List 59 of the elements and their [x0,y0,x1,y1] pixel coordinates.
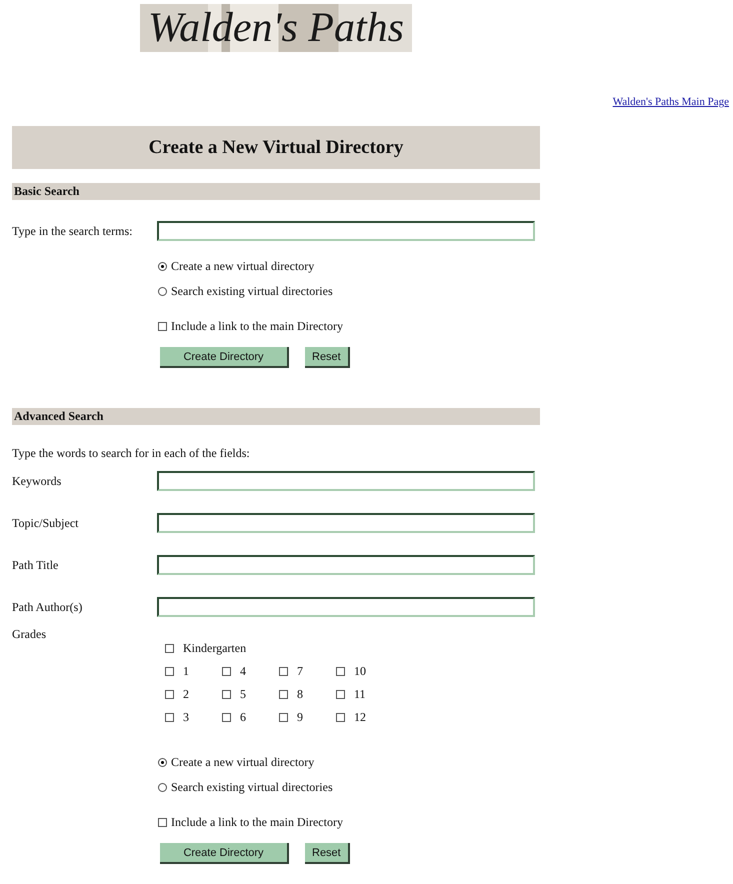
checkbox[interactable] [279,712,288,722]
checkbox[interactable] [336,712,345,722]
radio-button[interactable] [158,287,167,296]
checkbox-label: 2 [183,686,189,702]
checkbox[interactable] [158,818,167,827]
search-field[interactable] [157,221,535,241]
text-field[interactable] [157,471,535,491]
checkbox[interactable] [222,712,231,722]
checkbox[interactable] [165,690,174,698]
text-field[interactable] [157,597,535,617]
reset-button[interactable]: Reset [305,347,350,368]
checkbox[interactable] [165,666,174,676]
checkbox[interactable] [279,690,288,698]
field-label: Type in the search terms: [12,224,134,238]
field-label: Path Title [12,558,60,572]
text-field[interactable] [157,555,535,575]
checkbox[interactable] [279,666,288,676]
field-label: Grades [12,627,47,643]
radio-button[interactable] [158,783,167,792]
field-label: Topic/Subject [12,516,80,530]
checkbox[interactable] [222,690,231,698]
logo: Walden's Paths [140,4,412,52]
checkbox-label: Kindergarten [183,640,246,656]
reset-button[interactable]: Reset [305,843,350,864]
section-heading: Advanced Search [12,408,540,425]
field-label: Path Author(s) [12,600,84,614]
checkbox[interactable] [165,644,174,652]
field-label: Keywords [12,474,62,488]
checkbox-label: 8 [297,686,303,702]
radio-label: Search existing virtual directories [171,284,333,299]
create-directory-button[interactable]: Create Directory [160,843,289,864]
radio-label: Search existing virtual directories [171,780,333,795]
instructions-text: Type the words to search for in each of the fields: [12,446,250,461]
radio-label: Create a new virtual directory [171,259,314,274]
checkbox-label: 4 [240,664,246,678]
checkbox[interactable] [158,322,167,331]
main-page-link[interactable]: Walden's Paths Main Page [612,96,729,116]
checkbox-label: Include a link to the main Directory [171,815,343,830]
radio-label: Create a new virtual directory [171,755,314,770]
checkbox-label: 10 [354,664,366,678]
checkbox-label: 7 [297,664,303,678]
create-directory-button[interactable]: Create Directory [160,347,289,368]
checkbox-label: Include a link to the main Directory [171,319,343,334]
checkbox[interactable] [336,690,345,698]
checkbox[interactable] [336,666,345,676]
radio-button[interactable] [158,262,167,271]
section-heading: Basic Search [12,183,540,200]
checkbox-label: 3 [183,710,189,724]
checkbox-label: 1 [183,664,189,678]
checkbox[interactable] [222,666,231,676]
checkbox[interactable] [165,712,174,722]
checkbox-label: 9 [297,710,303,724]
checkbox-label: 12 [354,710,366,724]
checkbox-label: 6 [240,710,246,724]
checkbox-label: 11 [354,686,366,702]
checkbox-label: 5 [240,686,246,702]
page-title: Create a New Virtual Directory [12,126,540,169]
text-field[interactable] [157,513,535,533]
radio-button[interactable] [158,758,167,767]
